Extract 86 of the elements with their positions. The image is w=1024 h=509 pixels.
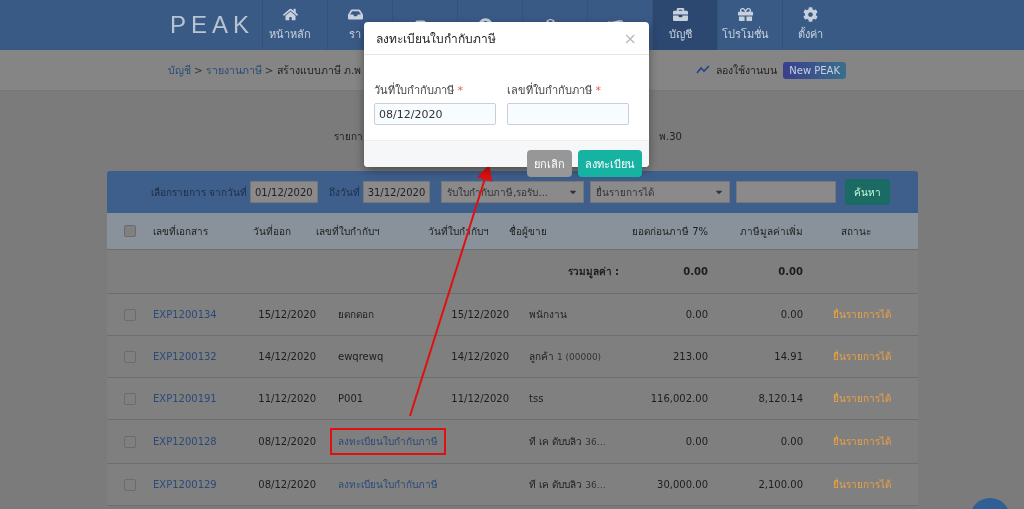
table-cell: 2,100.00 xyxy=(758,479,803,490)
input-field[interactable]: 08/12/2020 xyxy=(374,103,496,125)
logo[interactable]: PEAK xyxy=(170,0,262,50)
register-invoice-link[interactable]: ลงทะเบียนใบกำกับภาษี xyxy=(332,430,444,453)
gift-icon xyxy=(737,7,753,22)
table-cell-text: ที เค ดับบลิว 36… xyxy=(528,435,606,449)
trend-line-icon xyxy=(696,65,711,75)
field-label: เลขที่ใบกำกับภาษี * xyxy=(507,81,602,99)
filter-label: จากวันที่ xyxy=(209,184,247,200)
register-invoice-link[interactable]: ลงทะเบียนใบกำกับภาษี xyxy=(338,479,438,490)
search-button[interactable]: ค้นหา xyxy=(845,179,891,205)
table-cell: 11/12/2020 xyxy=(451,393,509,404)
table-cell: P001 xyxy=(338,393,364,404)
date-field[interactable]: 31/12/2020 xyxy=(362,181,431,203)
table-cell: 116,002.00 xyxy=(650,393,708,404)
table-cell-text: ที เค ดับบลิว 36… xyxy=(528,478,606,492)
breadcrumb-link[interactable]: รายงานภาษี xyxy=(205,61,262,79)
table-cell: 0.00 xyxy=(683,266,708,277)
column-header: เลขที่ใบกำกับฯ xyxy=(316,223,380,239)
column-header: ชื่อผู้ขาย xyxy=(509,223,547,239)
field-label: วันที่ใบกำกับภาษี * xyxy=(374,81,464,99)
table-cell: 14/12/2020 xyxy=(258,351,316,362)
breadcrumb-separator: > xyxy=(194,64,203,76)
column-header: วันที่ออก xyxy=(253,223,291,239)
table-cell-text: พนักงาน xyxy=(528,308,567,322)
filter-label: ถึงวันที่ xyxy=(328,184,360,200)
search-field[interactable] xyxy=(736,181,837,203)
table-cell: 0.00 xyxy=(780,309,803,320)
document-link[interactable]: EXP1200128 xyxy=(153,436,217,447)
table-cell: 14.91 xyxy=(774,351,803,362)
status-text: ยื่นรายการได้ xyxy=(832,307,891,322)
cancel-button[interactable]: ยกเลิก xyxy=(527,150,572,177)
table-cell: 11/12/2020 xyxy=(258,393,316,404)
status-text: ยื่นรายการได้ xyxy=(832,349,891,364)
table-cell: 08/12/2020 xyxy=(258,436,316,447)
breadcrumb-separator: > xyxy=(264,64,274,76)
nav-label: หน้าหลัก xyxy=(269,27,311,43)
briefcase-icon xyxy=(672,7,688,22)
document-link[interactable]: EXP1200191 xyxy=(153,393,217,404)
table-cell: 0.00 xyxy=(778,266,803,277)
filing-select[interactable]: ยื่นรายการได้ xyxy=(590,181,731,203)
table-cell: 15/12/2020 xyxy=(258,309,316,320)
document-link[interactable]: EXP1200129 xyxy=(153,479,217,490)
column-header: ยอดก่อนภาษี 7% xyxy=(631,224,708,239)
date-field[interactable]: 01/12/2020 xyxy=(250,181,318,203)
nav-label: โปรโมชั่น xyxy=(721,25,769,43)
total-label: รวมมูลค่า : xyxy=(567,265,619,279)
tray-icon xyxy=(347,7,363,22)
table-cell: 14/12/2020 xyxy=(451,351,509,362)
nav-item[interactable]: บัญชี xyxy=(652,0,717,50)
status-text: ยื่นรายการได้ xyxy=(832,477,891,492)
column-header: ภาษีมูลค่าเพิ่ม xyxy=(740,223,803,239)
document-link[interactable]: EXP1200134 xyxy=(153,309,217,320)
table-cell: 0.00 xyxy=(685,309,708,320)
column-header: สถานะ xyxy=(840,224,871,239)
new-version-badge[interactable]: New PEAK xyxy=(783,61,846,79)
breadcrumb-link[interactable]: บัญชี xyxy=(168,61,191,79)
document-link[interactable]: EXP1200132 xyxy=(153,351,217,362)
table-cell: 30,000.00 xyxy=(657,479,708,490)
table-cell: ยดกดอก xyxy=(338,309,374,320)
settings-icon xyxy=(802,7,818,22)
nav-label: ตั้งค่า xyxy=(797,26,823,43)
table-cell: 15/12/2020 xyxy=(451,309,509,320)
status-text: ยื่นรายการได้ xyxy=(832,391,891,406)
table-cell: ewqrewq xyxy=(338,351,384,362)
table-cell: 0.00 xyxy=(780,436,803,447)
column-header: เลขที่เอกสาร xyxy=(153,223,208,239)
summary-text: พ.30 xyxy=(659,130,682,144)
input-field[interactable] xyxy=(507,103,629,125)
breadcrumb-current: สร้างแบบภาษี ภ.พ xyxy=(276,62,362,78)
summary-text: รายกา xyxy=(334,130,363,144)
nav-label: รา xyxy=(349,27,361,43)
table-cell: 0.00 xyxy=(685,436,708,447)
home-icon xyxy=(282,7,298,22)
status-text: ยื่นรายการได้ xyxy=(832,434,891,449)
register-button[interactable]: ลงทะเบียน xyxy=(578,150,642,177)
table-cell: 213.00 xyxy=(673,351,708,362)
table-cell-text: tss xyxy=(528,393,544,404)
table-cell: 8,120.14 xyxy=(758,393,803,404)
checkbox[interactable] xyxy=(124,225,136,237)
nav-label: บัญชี xyxy=(668,27,692,43)
try-new-label[interactable]: ลองใช้งานบน xyxy=(716,61,778,79)
table-cell-text: ลูกค้า 1 (00000) xyxy=(528,350,602,364)
table-cell: 08/12/2020 xyxy=(258,479,316,490)
filter-label: เลือกรายการ xyxy=(151,185,206,200)
close-button[interactable]: × xyxy=(623,28,637,48)
